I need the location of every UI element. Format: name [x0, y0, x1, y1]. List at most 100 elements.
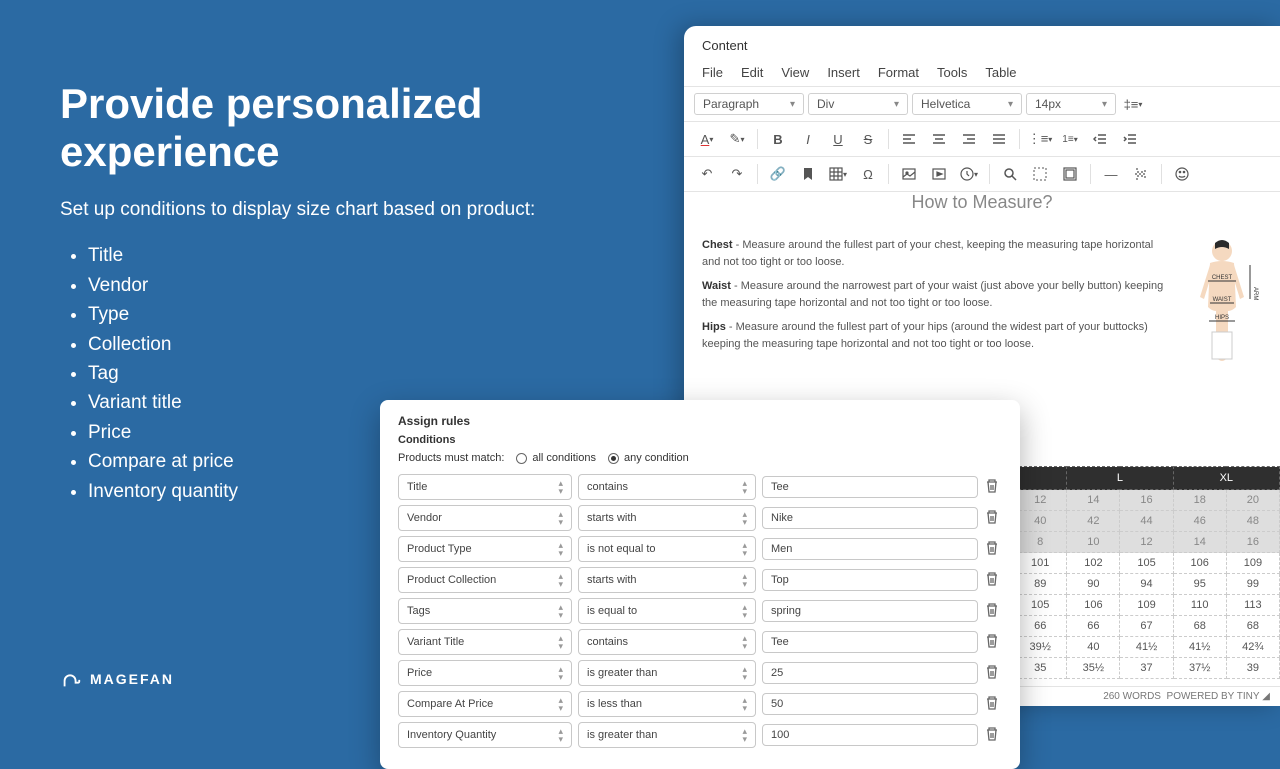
undo-button[interactable]: ↶ [694, 161, 720, 187]
rule-value-input[interactable]: Tee [762, 476, 978, 498]
block-format-select[interactable]: Paragraph▾ [694, 93, 804, 115]
rule-value-input[interactable]: Top [762, 569, 978, 591]
rule-operator-select[interactable]: starts with▴▾ [578, 567, 756, 593]
align-left-button[interactable] [896, 126, 922, 152]
rule-field-select[interactable]: Product Collection▴▾ [398, 567, 572, 593]
bullet: Type [88, 300, 620, 329]
bullet-list-button[interactable]: ⋮≡▾ [1027, 126, 1053, 152]
bold-button[interactable]: B [765, 126, 791, 152]
align-center-button[interactable] [926, 126, 952, 152]
rule-operator-select[interactable]: is greater than▴▾ [578, 722, 756, 748]
menu-file[interactable]: File [702, 65, 723, 80]
menu-edit[interactable]: Edit [741, 65, 763, 80]
bullet: Tag [88, 359, 620, 388]
link-button[interactable]: 🔗 [765, 161, 791, 187]
underline-button[interactable]: U [825, 126, 851, 152]
document-body[interactable]: Chest - Measure around the fullest part … [684, 223, 1280, 401]
menu-insert[interactable]: Insert [827, 65, 860, 80]
rule-value-input[interactable]: 25 [762, 662, 978, 684]
highlight-color-button[interactable]: ✎▾ [724, 126, 750, 152]
rule-operator-select[interactable]: is less than▴▾ [578, 691, 756, 717]
sort-icon: ▴▾ [558, 696, 563, 712]
delete-rule-button[interactable] [984, 726, 1002, 744]
pagebreak-button[interactable] [1128, 161, 1154, 187]
toolbar-row-3: ↶ ↷ 🔗 ▾ Ω ▾ — [684, 157, 1280, 192]
delete-rule-button[interactable] [984, 602, 1002, 620]
image-button[interactable] [896, 161, 922, 187]
radio-all[interactable]: all conditions [516, 452, 596, 464]
rule-value-input[interactable]: 50 [762, 693, 978, 715]
menu-view[interactable]: View [781, 65, 809, 80]
align-justify-button[interactable] [986, 126, 1012, 152]
menu-table[interactable]: Table [985, 65, 1016, 80]
media-button[interactable] [926, 161, 952, 187]
delete-rule-button[interactable] [984, 571, 1002, 589]
indent-button[interactable] [1117, 126, 1143, 152]
rule-row: Title▴▾contains▴▾ Tee [398, 474, 1002, 500]
rule-field-select[interactable]: Variant Title▴▾ [398, 629, 572, 655]
hr-button[interactable]: — [1098, 161, 1124, 187]
show-blocks-button[interactable] [1057, 161, 1083, 187]
rule-operator-select[interactable]: contains▴▾ [578, 474, 756, 500]
strikethrough-button[interactable]: S [855, 126, 881, 152]
sort-icon: ▴▾ [742, 665, 747, 681]
rule-row: Product Type▴▾is not equal to▴▾ Men [398, 536, 1002, 562]
rule-operator-select[interactable]: is equal to▴▾ [578, 598, 756, 624]
rule-value-input[interactable]: Tee [762, 631, 978, 653]
font-size-select[interactable]: 14px▾ [1026, 93, 1116, 115]
delete-rule-button[interactable] [984, 633, 1002, 651]
rule-row: Compare At Price▴▾is less than▴▾ 50 [398, 691, 1002, 717]
line-height-button[interactable]: ‡≡▾ [1120, 91, 1146, 117]
emoji-button[interactable] [1169, 161, 1195, 187]
sort-icon: ▴▾ [742, 510, 747, 526]
rule-field-select[interactable]: Title▴▾ [398, 474, 572, 500]
rule-operator-select[interactable]: is not equal to▴▾ [578, 536, 756, 562]
chevron-down-icon: ▾ [790, 99, 795, 110]
rule-value-input[interactable]: Men [762, 538, 978, 560]
bullet: Title [88, 241, 620, 270]
hero-title: Provide personalized experience [60, 80, 620, 177]
rule-operator-select[interactable]: is greater than▴▾ [578, 660, 756, 686]
rule-field-select[interactable]: Price▴▾ [398, 660, 572, 686]
italic-button[interactable]: I [795, 126, 821, 152]
menu-tools[interactable]: Tools [937, 65, 967, 80]
font-family-select[interactable]: Helvetica▾ [912, 93, 1022, 115]
rule-field-select[interactable]: Tags▴▾ [398, 598, 572, 624]
search-replace-button[interactable] [997, 161, 1023, 187]
sort-icon: ▴▾ [742, 603, 747, 619]
rule-value-input[interactable]: 100 [762, 724, 978, 746]
redo-button[interactable]: ↷ [724, 161, 750, 187]
delete-rule-button[interactable] [984, 695, 1002, 713]
text-color-button[interactable]: A▾ [694, 126, 720, 152]
rule-value-input[interactable]: Nike [762, 507, 978, 529]
rule-field-select[interactable]: Compare At Price▴▾ [398, 691, 572, 717]
rule-row: Vendor▴▾starts with▴▾ Nike [398, 505, 1002, 531]
align-right-button[interactable] [956, 126, 982, 152]
svg-text:HIPS: HIPS [1215, 315, 1229, 321]
bookmark-button[interactable] [795, 161, 821, 187]
menu-format[interactable]: Format [878, 65, 919, 80]
outdent-button[interactable] [1087, 126, 1113, 152]
rule-field-select[interactable]: Vendor▴▾ [398, 505, 572, 531]
sort-icon: ▴▾ [558, 727, 563, 743]
element-select[interactable]: Div▾ [808, 93, 908, 115]
rule-field-select[interactable]: Inventory Quantity▴▾ [398, 722, 572, 748]
datetime-button[interactable]: ▾ [956, 161, 982, 187]
delete-rule-button[interactable] [984, 540, 1002, 558]
select-all-button[interactable] [1027, 161, 1053, 187]
rule-field-select[interactable]: Product Type▴▾ [398, 536, 572, 562]
table-button[interactable]: ▾ [825, 161, 851, 187]
special-char-button[interactable]: Ω [855, 161, 881, 187]
document-title: How to Measure? [684, 192, 1280, 213]
delete-rule-button[interactable] [984, 509, 1002, 527]
numbered-list-button[interactable]: 1≡▾ [1057, 126, 1083, 152]
rule-value-input[interactable]: spring [762, 600, 978, 622]
rule-operator-select[interactable]: contains▴▾ [578, 629, 756, 655]
delete-rule-button[interactable] [984, 478, 1002, 496]
rule-operator-select[interactable]: starts with▴▾ [578, 505, 756, 531]
delete-rule-button[interactable] [984, 664, 1002, 682]
radio-any[interactable]: any condition [608, 452, 689, 464]
chevron-down-icon: ▾ [894, 99, 899, 110]
sort-icon: ▴▾ [742, 727, 747, 743]
sort-icon: ▴▾ [558, 541, 563, 557]
